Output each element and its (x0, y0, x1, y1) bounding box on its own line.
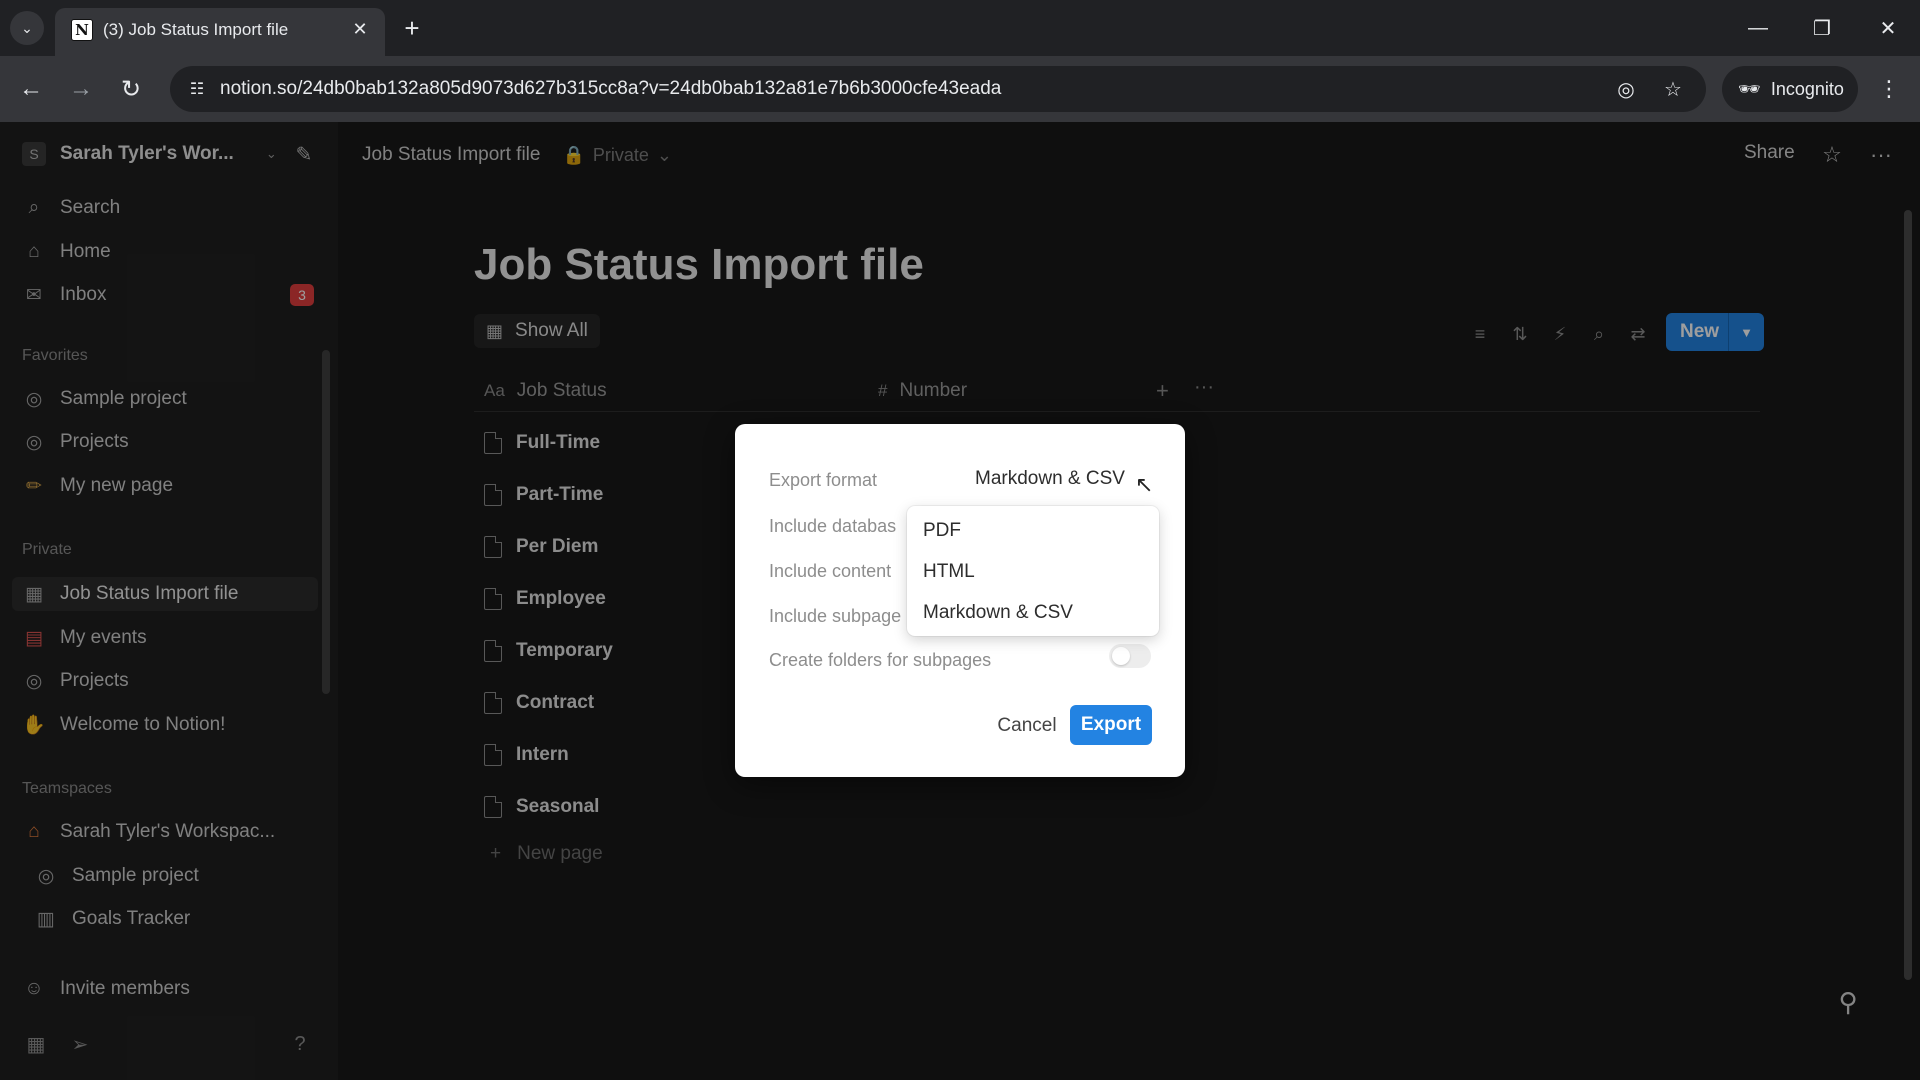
new-tab-icon[interactable]: + (396, 12, 428, 44)
incognito-label: Incognito (1770, 78, 1844, 99)
include-subpages-label: Include subpage (769, 606, 902, 626)
incognito-indicator[interactable]: 🕶 Incognito (1722, 66, 1858, 112)
site-info-icon[interactable]: ☷ (184, 76, 210, 102)
eye-off-icon[interactable]: ◎ (1612, 75, 1640, 103)
browser-menu-icon[interactable]: ⋮ (1874, 70, 1904, 108)
export-format-label: Export format (769, 470, 878, 490)
mouse-cursor-icon: ↖ (1135, 472, 1154, 497)
reload-icon[interactable]: ↻ (112, 70, 150, 108)
export-button[interactable]: Export (1070, 705, 1152, 745)
tab-title: (3) Job Status Import file (103, 20, 289, 39)
close-tab-icon[interactable]: ✕ (347, 16, 373, 42)
back-icon[interactable]: ← (12, 70, 50, 108)
browser-tab[interactable]: N (3) Job Status Import file ✕ (55, 8, 385, 56)
browser-toolbar: ← → ↻ ☷ notion.so/24db0bab132a805d9073d6… (0, 56, 1920, 122)
address-bar[interactable]: ☷ notion.so/24db0bab132a805d9073d627b315… (170, 66, 1706, 112)
bookmark-star-icon[interactable]: ☆ (1659, 75, 1687, 103)
close-window-icon[interactable]: ✕ (1868, 10, 1908, 46)
format-option-markdown-csv[interactable]: Markdown & CSV (923, 602, 1073, 624)
cancel-button[interactable]: Cancel (989, 708, 1065, 744)
format-option-html[interactable]: HTML (923, 561, 975, 583)
tab-search-button[interactable]: ⌄ (10, 11, 44, 45)
incognito-icon: 🕶 (1738, 78, 1761, 99)
export-format-dropdown: PDF HTML Markdown & CSV (907, 506, 1159, 636)
create-folders-toggle[interactable] (1109, 644, 1151, 668)
browser-tab-bar: ⌄ N (3) Job Status Import file ✕ + — ❐ ✕ (0, 0, 1920, 56)
minimize-icon[interactable]: — (1738, 10, 1778, 46)
notion-favicon-icon: N (71, 19, 93, 41)
restore-icon[interactable]: ❐ (1802, 10, 1842, 46)
url-text[interactable]: notion.so/24db0bab132a805d9073d627b315cc… (220, 78, 1001, 100)
export-format-select[interactable]: Markdown & CSV (975, 468, 1125, 490)
chevron-down-icon: ⌄ (21, 19, 33, 36)
include-content-label: Include content (769, 561, 892, 581)
format-option-pdf[interactable]: PDF (923, 520, 961, 542)
include-databases-label: Include databas (769, 516, 897, 536)
forward-icon[interactable]: → (62, 70, 100, 108)
create-folders-label: Create folders for subpages (769, 650, 992, 670)
